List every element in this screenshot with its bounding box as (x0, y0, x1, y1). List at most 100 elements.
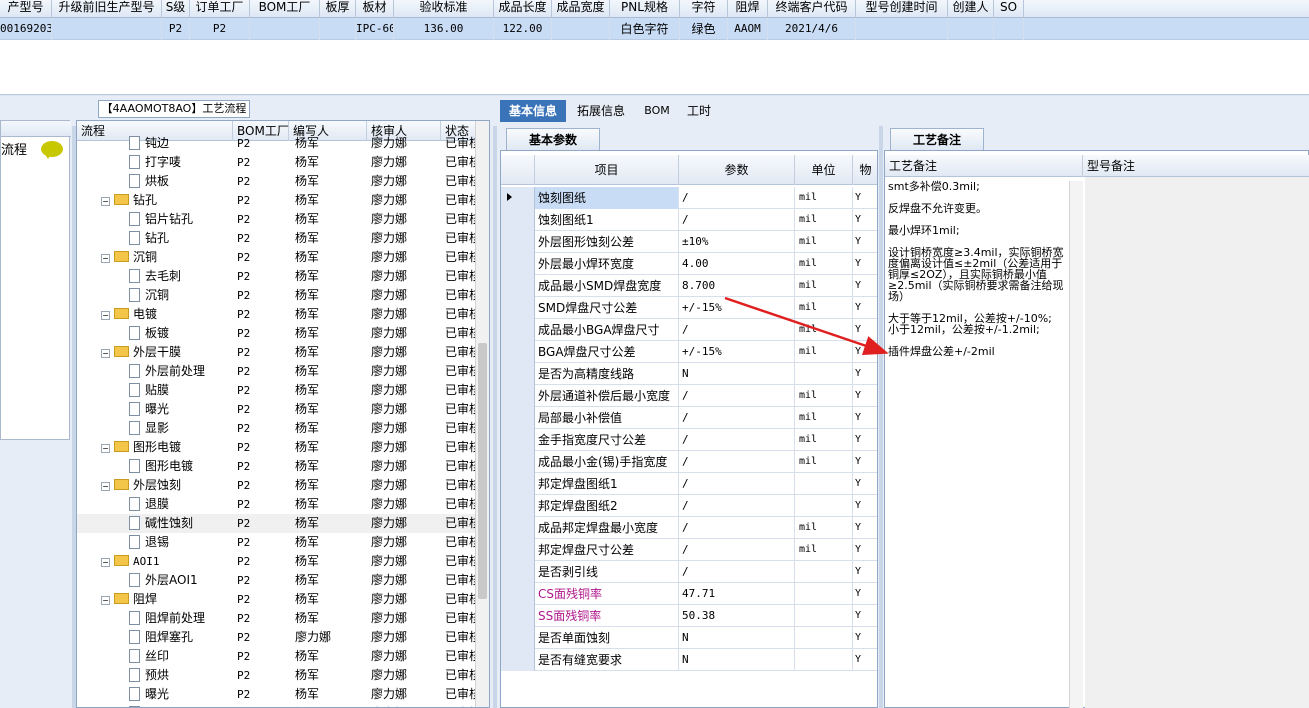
row-indicator[interactable] (501, 231, 535, 253)
tab-extended-info[interactable]: 拓展信息 (570, 100, 632, 122)
row-indicator[interactable] (501, 341, 535, 363)
param-value[interactable]: N (679, 363, 795, 385)
row-indicator[interactable] (501, 561, 535, 583)
tree-row[interactable]: − 外层蚀刻 P2 杨军 廖力娜 已审核 (77, 476, 481, 495)
param-value[interactable]: / (679, 495, 795, 517)
tree-row[interactable]: 丝印 P2 杨军 廖力娜 已审核 (77, 647, 481, 666)
row-indicator[interactable] (501, 319, 535, 341)
param-row[interactable]: SMD焊盘尺寸公差 +/-15% mil Y (501, 297, 877, 319)
row-indicator[interactable] (501, 385, 535, 407)
row-indicator[interactable] (501, 539, 535, 561)
row-indicator[interactable] (501, 407, 535, 429)
param-row[interactable]: 金手指宽度尺寸公差 / mil Y (501, 429, 877, 451)
param-value[interactable]: / (679, 473, 795, 495)
top-header-col-4[interactable]: BOM工厂 (250, 0, 320, 18)
row-indicator[interactable] (501, 517, 535, 539)
param-row[interactable]: 是否剥引线 / Y (501, 561, 877, 583)
top-header-col-8[interactable]: 成品长度 (494, 0, 552, 18)
tree-row[interactable]: − 钻孔 P2 杨军 廖力娜 已审核 (77, 191, 481, 210)
param-row[interactable]: 外层最小焊环宽度 4.00 mil Y (501, 253, 877, 275)
param-row[interactable]: 邦定焊盘图纸2/ Y (501, 495, 877, 517)
collapse-icon[interactable]: − (101, 254, 110, 263)
tree-row[interactable]: 钝边 P2 杨军 廖力娜 已审核 (77, 134, 481, 153)
params-header-extra[interactable]: 物 (853, 155, 877, 185)
tree-row[interactable]: 图形电镀 P2 杨军 廖力娜 已审核 (77, 457, 481, 476)
top-cell-col-3[interactable]: P2 (190, 18, 250, 40)
top-header-col-14[interactable]: 型号创建时间 (856, 0, 948, 18)
row-indicator[interactable] (501, 583, 535, 605)
row-indicator[interactable] (501, 451, 535, 473)
row-indicator[interactable] (501, 253, 535, 275)
param-row[interactable]: 蚀刻图纸1/mil Y (501, 209, 877, 231)
top-header-col-7[interactable]: 验收标准 (394, 0, 494, 18)
model-notes-area[interactable] (1085, 177, 1309, 708)
subtab-basic-params[interactable]: 基本参数 (506, 128, 600, 150)
tree-row[interactable]: − 电镀 P2 杨军 廖力娜 已审核 (77, 305, 481, 324)
row-indicator[interactable] (501, 473, 535, 495)
param-value[interactable]: / (679, 539, 795, 561)
top-header-col-3[interactable]: 订单工厂 (190, 0, 250, 18)
top-header-col-9[interactable]: 成品宽度 (552, 0, 610, 18)
collapse-icon[interactable]: − (101, 197, 110, 206)
tree-row[interactable]: 曝光 P2 杨军 廖力娜 已审核 (77, 685, 481, 704)
param-value[interactable]: 8.700 (679, 275, 795, 297)
param-value[interactable]: +/-15% (679, 341, 795, 363)
tree-row[interactable]: 贴膜 P2 杨军 廖力娜 已审核 (77, 381, 481, 400)
top-cell-col-8[interactable]: 122.00 (494, 18, 552, 40)
tree-row[interactable]: − 外层干膜 P2 杨军 廖力娜 已审核 (77, 343, 481, 362)
tab-work-hours[interactable]: 工时 (680, 100, 718, 122)
tree-row[interactable]: 沉铜 P2 杨军 廖力娜 已审核 (77, 286, 481, 305)
param-value[interactable]: 4.00 (679, 253, 795, 275)
top-header-col-6[interactable]: 板材 (356, 0, 394, 18)
param-row[interactable]: 是否单面蚀刻 N Y (501, 627, 877, 649)
top-cell-col-0[interactable]: 00169203 (0, 18, 52, 40)
params-header-value[interactable]: 参数 (679, 155, 795, 185)
tab-bom[interactable]: BOM (638, 100, 676, 122)
param-value[interactable]: / (679, 517, 795, 539)
top-cell-col-7[interactable]: 136.00 (394, 18, 494, 40)
top-cell-col-2[interactable]: P2 (162, 18, 190, 40)
param-row[interactable]: BGA焊盘尺寸公差 +/-15% mil Y (501, 341, 877, 363)
tree-row[interactable]: − 沉铜 P2 杨军 廖力娜 已审核 (77, 248, 481, 267)
param-value[interactable]: / (679, 451, 795, 473)
tree-row[interactable]: 铝片钻孔 P2 杨军 廖力娜 已审核 (77, 210, 481, 229)
collapse-icon[interactable]: − (101, 444, 110, 453)
param-row[interactable]: CS面残铜率 47.71 Y (501, 583, 877, 605)
param-value[interactable]: / (679, 385, 795, 407)
row-indicator[interactable] (501, 627, 535, 649)
row-indicator[interactable] (501, 429, 535, 451)
param-row[interactable]: 成品最小金(锡)手指宽度 / mil Y (501, 451, 877, 473)
top-header-col-11[interactable]: 字符 (680, 0, 728, 18)
top-cell-col-13[interactable]: 2021/4/6 (768, 18, 856, 40)
param-value[interactable]: 50.38 (679, 605, 795, 627)
param-row[interactable]: 邦定焊盘图纸1/ Y (501, 473, 877, 495)
param-value[interactable]: / (679, 187, 795, 209)
row-indicator[interactable] (501, 649, 535, 671)
top-cell-col-15[interactable] (948, 18, 994, 40)
param-row[interactable]: 外层通道补偿后最小宽度 / mil Y (501, 385, 877, 407)
tree-row[interactable]: 板镀 P2 杨军 廖力娜 已审核 (77, 324, 481, 343)
tree-row[interactable]: 外层AOI1 P2 杨军 廖力娜 已审核 (77, 571, 481, 590)
param-value[interactable]: 47.71 (679, 583, 795, 605)
top-header-col-5[interactable]: 板厚 (320, 0, 356, 18)
tab-basic-info[interactable]: 基本信息 (500, 100, 566, 122)
param-value[interactable]: / (679, 209, 795, 231)
tree-row[interactable]: 显影P2杨军廖力娜已审核 (77, 704, 481, 707)
row-indicator[interactable] (501, 209, 535, 231)
tree-row[interactable]: 阻焊塞孔 P2 廖力娜 廖力娜 已审核 (77, 628, 481, 647)
row-indicator[interactable] (501, 187, 535, 209)
param-value[interactable]: / (679, 429, 795, 451)
param-row[interactable]: 成品邦定焊盘最小宽度 / mil Y (501, 517, 877, 539)
top-cell-col-14[interactable] (856, 18, 948, 40)
collapse-icon[interactable]: − (101, 349, 110, 358)
param-row[interactable]: 成品最小SMD焊盘宽度 8.700 mil Y (501, 275, 877, 297)
param-row[interactable]: 是否为高精度线路 N Y (501, 363, 877, 385)
collapse-icon[interactable]: − (101, 558, 110, 567)
param-value[interactable]: ±10% (679, 231, 795, 253)
top-header-col-2[interactable]: S级 (162, 0, 190, 18)
top-header-col-16[interactable]: SO (994, 0, 1024, 18)
param-row[interactable]: 是否有缝宽要求 N Y (501, 649, 877, 671)
param-value[interactable]: / (679, 561, 795, 583)
right-splitter[interactable] (879, 126, 883, 708)
top-header-col-10[interactable]: PNL规格 (610, 0, 680, 18)
